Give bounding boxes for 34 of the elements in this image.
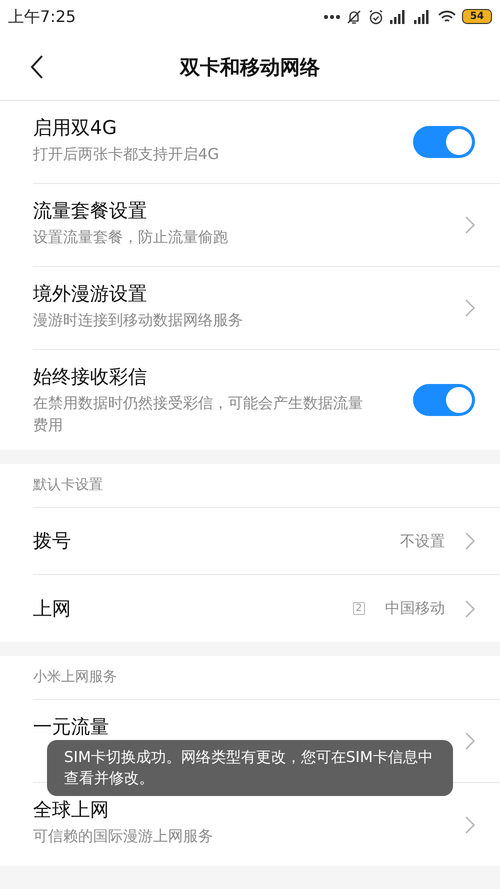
setting-title: 上网 [33, 596, 71, 622]
setting-description: 漫游时连接到移动数据网络服务 [33, 310, 243, 331]
chevron-icon [465, 816, 475, 834]
setting-title: 一元流量 [33, 715, 109, 740]
chevron-icon [465, 600, 475, 618]
setting-description: 可信赖的国际漫游上网服务 [33, 826, 213, 847]
setting-title: 拨号 [33, 529, 71, 554]
chevron-icon [465, 732, 475, 750]
status-time: 上午7:25 [8, 6, 77, 28]
setting-title: 启用双4G [33, 116, 117, 141]
setting-description: 在禁用数据时仍然接受彩信，可能会产生数据流量费用 [33, 393, 364, 436]
setting-value: 不设置 [400, 530, 445, 552]
section-heading: 默认卡设置 [33, 476, 103, 495]
toast-message: SIM卡切换成功。网络类型有更改，您可在SIM卡信息中查看并修改。 [47, 740, 453, 796]
section-heading: 小米上网服务 [33, 668, 117, 687]
setting-title: 流量套餐设置 [33, 199, 147, 224]
setting-title: 始终接收彩信 [33, 365, 147, 390]
battery-indicator: 54 [462, 9, 492, 24]
toggle-switch[interactable] [413, 126, 475, 158]
chevron-icon [465, 532, 475, 550]
alarm-icon [368, 8, 384, 24]
setting-title: 全球上网 [33, 798, 109, 823]
more-dots-icon [324, 14, 340, 18]
setting-title: 境外漫游设置 [33, 282, 147, 307]
chevron-icon [465, 299, 475, 317]
muted-bell-icon [346, 8, 362, 24]
setting-description: 设置流量套餐，防止流量偷跑 [33, 227, 228, 248]
sim-badge: 2 [352, 602, 365, 615]
toggle-switch[interactable] [413, 384, 475, 416]
setting-description: 打开后两张卡都支持开启4G [33, 144, 220, 165]
chevron-icon [465, 216, 475, 234]
page-title: 双卡和移动网络 [180, 54, 320, 80]
wifi-icon [438, 10, 456, 24]
setting-value: 中国移动 [385, 598, 445, 620]
